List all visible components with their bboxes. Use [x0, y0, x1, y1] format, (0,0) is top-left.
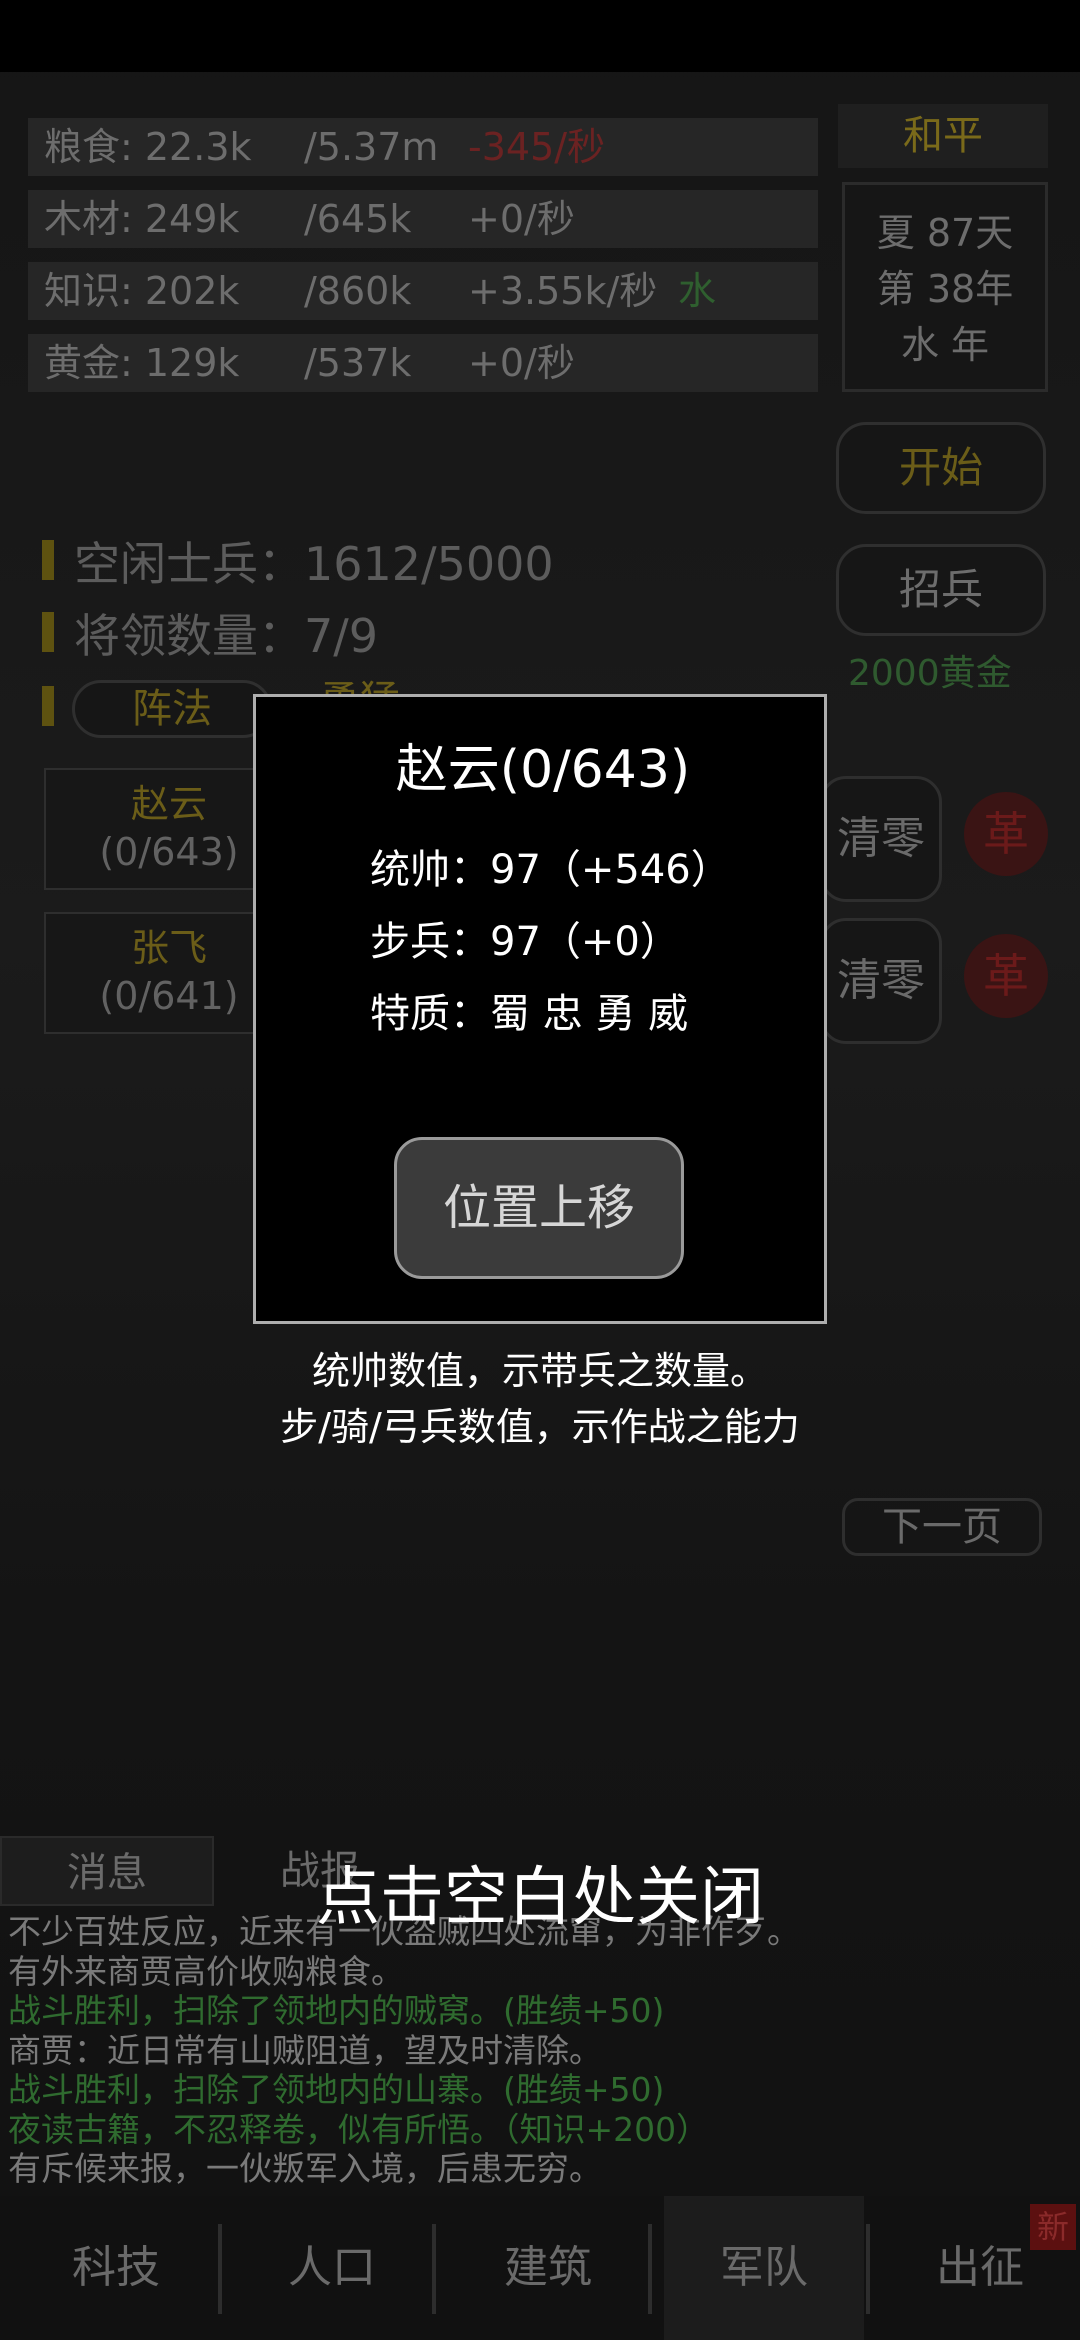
resource-knowledge-amount: 知识: 202k	[44, 269, 240, 313]
infantry-stat: 步兵：97（+0）	[370, 919, 680, 965]
nav-divider	[866, 2224, 870, 2314]
resource-food-row: 粮食: 22.3k /5.37m -345/秒	[28, 118, 818, 176]
nav-tech[interactable]: 科技	[16, 2196, 216, 2340]
start-button[interactable]: 开始	[836, 422, 1046, 514]
clear-button-2[interactable]: 清零	[820, 918, 942, 1044]
resource-wood-amount: 木材: 249k	[44, 197, 240, 241]
resource-gold-cap: /537k	[304, 341, 412, 385]
tap-to-close-hint[interactable]: 点击空白处关闭	[0, 1846, 1080, 1938]
resource-food-amount: 粮食: 22.3k	[44, 125, 252, 169]
reform-button-2[interactable]: 革	[964, 934, 1048, 1018]
hint-line-2: 步/骑/弓兵数值，示作战之能力	[280, 1405, 800, 1449]
resource-knowledge-rate: +3.55k/秒	[468, 269, 658, 313]
element-year: 水 年	[900, 323, 990, 367]
nav-population[interactable]: 人口	[232, 2196, 432, 2340]
idle-soldiers: 空闲士兵：1612/5000	[74, 537, 554, 591]
formation-button[interactable]: 阵法	[72, 680, 272, 738]
nav-divider	[648, 2224, 652, 2314]
resource-food-rate: -345/秒	[468, 125, 606, 169]
move-up-button[interactable]: 位置上移	[394, 1137, 684, 1279]
bottom-nav: 科技 人口 建筑 军队 出征	[0, 2196, 1080, 2340]
marker-formation	[42, 686, 54, 726]
nav-army[interactable]: 军队	[664, 2196, 864, 2340]
nav-divider	[432, 2224, 436, 2314]
nav-divider	[218, 2224, 222, 2314]
log-line: 有斥候来报，一伙叛军入境，后患无穷。	[8, 2149, 602, 2188]
nav-buildings[interactable]: 建筑	[448, 2196, 648, 2340]
season-day: 夏 87天	[876, 211, 1014, 255]
recruit-button[interactable]: 招兵	[836, 544, 1046, 636]
resource-wood-cap: /645k	[304, 197, 412, 241]
marker-generals	[42, 612, 54, 652]
resource-knowledge-row: 知识: 202k /860k +3.55k/秒 水	[28, 262, 818, 320]
reform-button-1[interactable]: 革	[964, 792, 1048, 876]
new-badge: 新	[1030, 2204, 1076, 2250]
modal-title: 赵云(0/643)	[395, 740, 691, 800]
resource-wood-rate: +0/秒	[468, 197, 575, 241]
resource-food-cap: /5.37m	[304, 125, 439, 169]
command-stat: 统帅：97（+546）	[370, 847, 731, 893]
marker-idle	[42, 540, 54, 580]
year-number: 第 38年	[876, 267, 1014, 311]
clear-button-1[interactable]: 清零	[820, 776, 942, 902]
log-line: 商贾：近日常有山贼阻道，望及时清除。	[8, 2030, 602, 2070]
resource-gold-row: 黄金: 129k /537k +0/秒	[28, 334, 818, 392]
message-log: 不少百姓反应，近来有一伙盗贼四处流窜，为非作歹。 有外来商贾高价收购粮食。 战斗…	[8, 1912, 1068, 2189]
peace-status: 和平	[838, 104, 1048, 168]
hint-line-1: 统帅数值，示带兵之数量。	[311, 1349, 768, 1393]
resource-wood-row: 木材: 249k /645k +0/秒	[28, 190, 818, 248]
status-bar	[0, 0, 1080, 72]
general-count: 将领数量：7/9	[74, 609, 379, 663]
date-panel: 夏 87天 第 38年 水 年	[842, 182, 1048, 392]
resource-knowledge-cap: /860k	[304, 269, 412, 313]
recruit-cost: 2000黄金	[848, 653, 1012, 694]
general-detail-modal: 赵云(0/643) 统帅：97（+546） 步兵：97（+0） 特质：蜀 忠 勇…	[253, 694, 827, 1324]
log-line: 战斗胜利，扫除了领地内的山寨。(胜绩+50)	[8, 2070, 665, 2109]
next-page-button[interactable]: 下一页	[842, 1498, 1042, 1556]
resource-gold-amount: 黄金: 129k	[44, 341, 240, 385]
log-line: 战斗胜利，扫除了领地内的贼窝。(胜绩+50)	[8, 1991, 665, 2030]
log-line: 夜读古籍，不忍释卷，似有所悟。（知识+200）	[8, 2109, 710, 2149]
traits-stat: 特质：蜀 忠 勇 威	[370, 991, 689, 1037]
resource-knowledge-element: 水	[678, 269, 717, 313]
log-line: 有外来商贾高价收购粮食。	[8, 1951, 404, 1991]
resource-gold-rate: +0/秒	[468, 341, 575, 385]
